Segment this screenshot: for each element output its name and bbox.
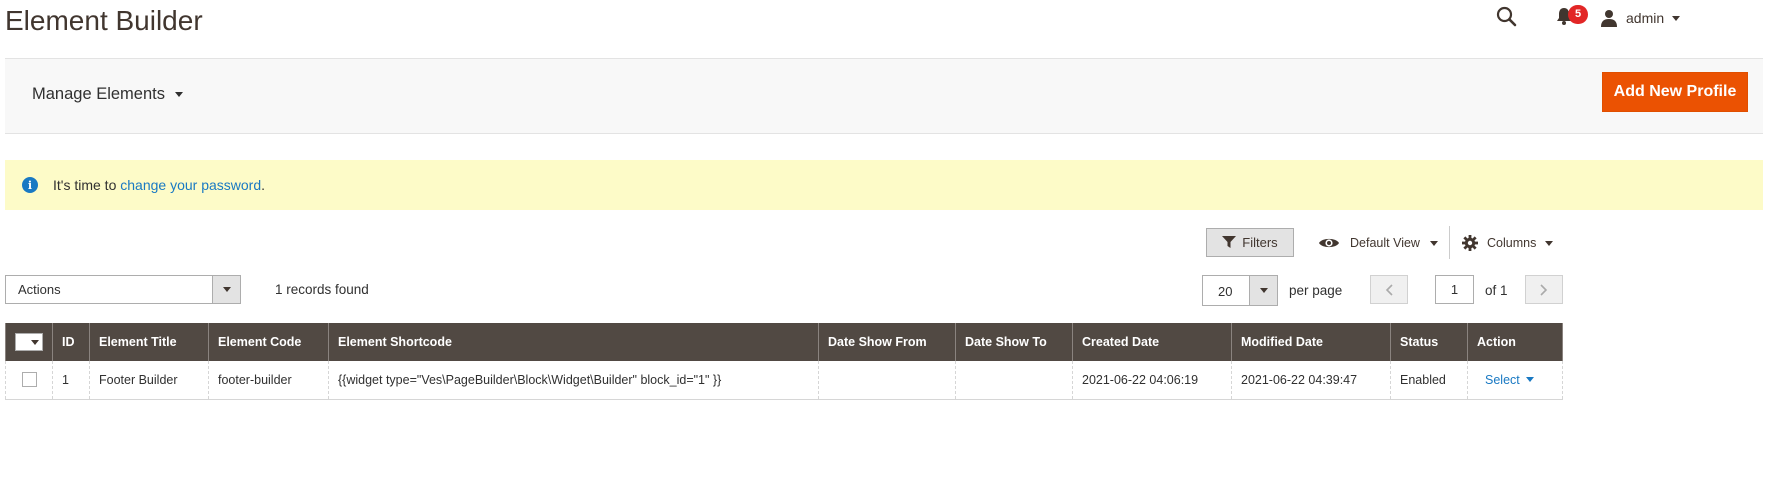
cell-modified: 2021-06-22 04:39:47 [1231, 361, 1391, 400]
chevron-down-icon [31, 339, 39, 345]
grid-header-row: ID Element Title Element Code Element Sh… [5, 323, 1563, 361]
chevron-left-icon [1385, 283, 1393, 296]
cell-action: Select [1467, 361, 1563, 400]
page-actions-bar: Manage Elements Add New Profile [5, 58, 1763, 134]
column-header-title[interactable]: Element Title [89, 323, 209, 361]
column-header-id[interactable]: ID [52, 323, 90, 361]
filters-button[interactable]: Filters [1206, 228, 1294, 257]
view-label: Default View [1350, 236, 1420, 250]
mass-actions-label: Actions [18, 282, 61, 297]
row-action-select[interactable]: Select [1477, 373, 1534, 387]
columns-switcher[interactable]: Columns [1462, 230, 1554, 256]
chevron-down-icon [1259, 288, 1268, 293]
mass-actions-select[interactable]: Actions [5, 275, 241, 304]
column-header-code[interactable]: Element Code [208, 323, 329, 361]
elements-grid: ID Element Title Element Code Element Sh… [5, 323, 1563, 400]
column-header-created[interactable]: Created Date [1072, 323, 1232, 361]
cell-title: Footer Builder [89, 361, 209, 400]
page-title: Element Builder [5, 5, 203, 36]
cell-code: footer-builder [208, 361, 329, 400]
records-found: 1 records found [275, 282, 369, 297]
table-row: 1 Footer Builder footer-builder {{widget… [5, 361, 1563, 400]
manage-elements-switcher[interactable]: Manage Elements [32, 85, 183, 104]
select-arrow [1249, 276, 1277, 305]
eye-icon [1319, 238, 1339, 248]
row-select-cell [5, 361, 53, 400]
cell-date-to [955, 361, 1073, 400]
row-checkbox[interactable] [22, 372, 37, 388]
chevron-down-icon [175, 92, 183, 97]
per-page-select[interactable]: 20 [1202, 275, 1278, 306]
chevron-down-icon [1545, 240, 1554, 246]
cell-shortcode: {{widget type="Ves\PageBuilder\Block\Wid… [328, 361, 819, 400]
column-header-status[interactable]: Status [1390, 323, 1468, 361]
chevron-down-icon [1525, 377, 1534, 383]
total-pages: of 1 [1485, 283, 1508, 298]
chevron-down-icon [1429, 240, 1438, 246]
add-new-profile-button[interactable]: Add New Profile [1602, 72, 1748, 112]
filters-label: Filters [1242, 235, 1278, 250]
column-header-modified[interactable]: Modified Date [1231, 323, 1391, 361]
columns-label: Columns [1487, 236, 1537, 250]
mass-select-checkbox[interactable] [15, 333, 43, 351]
mass-select-header [5, 323, 53, 361]
page-number-input[interactable]: 1 [1435, 275, 1474, 304]
per-page-label: per page [1289, 283, 1343, 298]
column-header-date-from[interactable]: Date Show From [818, 323, 956, 361]
view-switcher[interactable]: Default View [1318, 230, 1438, 256]
cell-created: 2021-06-22 04:06:19 [1072, 361, 1232, 400]
user-name: admin [1626, 10, 1665, 26]
message-suffix: . [261, 177, 266, 193]
chevron-down-icon [1672, 15, 1681, 21]
row-action-label: Select [1485, 372, 1520, 387]
cell-id: 1 [52, 361, 90, 400]
message-prefix: It's time to [53, 177, 121, 193]
password-message: i It's time to change your password . [5, 160, 1763, 210]
search-icon[interactable] [1495, 5, 1525, 35]
header-actions: 5 admin [1347, 0, 1767, 36]
manage-elements-label: Manage Elements [32, 85, 165, 103]
next-page-button[interactable] [1525, 275, 1563, 304]
per-page-value: 20 [1218, 284, 1233, 299]
info-icon: i [22, 177, 38, 193]
chevron-right-icon [1540, 283, 1548, 296]
cell-status: Enabled [1390, 361, 1468, 400]
change-password-link[interactable]: change your password [120, 177, 261, 193]
column-header-date-to[interactable]: Date Show To [955, 323, 1073, 361]
notifications-count-badge: 5 [1568, 5, 1588, 24]
filter-icon [1222, 236, 1237, 248]
previous-page-button[interactable] [1370, 275, 1408, 304]
toolbar-divider [1449, 226, 1450, 259]
column-header-shortcode[interactable]: Element Shortcode [328, 323, 819, 361]
select-arrow [212, 276, 240, 303]
column-header-action: Action [1467, 323, 1563, 361]
gear-icon [1462, 235, 1478, 251]
chevron-down-icon [222, 287, 231, 292]
cell-date-from [818, 361, 956, 400]
user-account-menu[interactable]: admin [1600, 5, 1681, 31]
user-icon [1601, 10, 1617, 27]
